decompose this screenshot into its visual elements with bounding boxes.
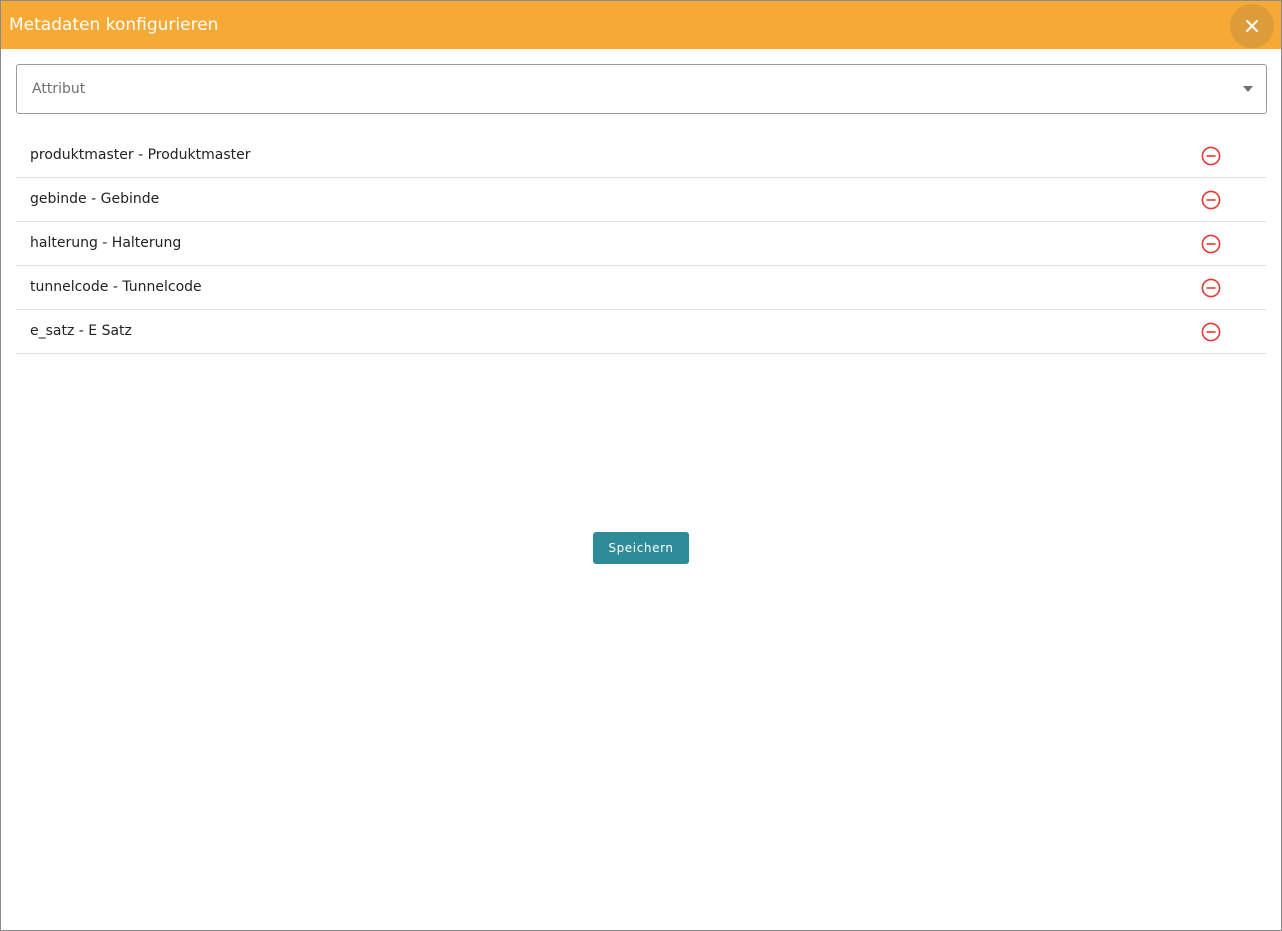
minus-circle-icon [1201, 234, 1221, 254]
list-item-label: tunnelcode - Tunnelcode [30, 279, 202, 295]
minus-circle-icon [1201, 322, 1221, 342]
list-item: e_satz - E Satz [16, 310, 1266, 354]
attribute-select[interactable]: Attribut [16, 64, 1267, 114]
close-button[interactable] [1230, 4, 1274, 48]
list-item-label: produktmaster - Produktmaster [30, 147, 251, 163]
remove-item-button[interactable] [1200, 233, 1222, 255]
remove-item-button[interactable] [1200, 189, 1222, 211]
remove-item-button[interactable] [1200, 321, 1222, 343]
list-item: produktmaster - Produktmaster [16, 134, 1266, 178]
dialog-header: Metadaten konfigurieren [1, 1, 1281, 49]
list-item: gebinde - Gebinde [16, 178, 1266, 222]
list-item-label: e_satz - E Satz [30, 323, 132, 339]
dialog-title: Metadaten konfigurieren [9, 15, 219, 35]
list-item-label: gebinde - Gebinde [30, 191, 160, 207]
minus-circle-icon [1201, 146, 1221, 166]
minus-circle-icon [1201, 278, 1221, 298]
metadata-list: produktmaster - Produktmaster gebinde - … [16, 134, 1266, 354]
list-item: halterung - Halterung [16, 222, 1266, 266]
minus-circle-icon [1201, 190, 1221, 210]
attribute-select-placeholder: Attribut [32, 81, 86, 97]
list-item-label: halterung - Halterung [30, 235, 182, 251]
remove-item-button[interactable] [1200, 145, 1222, 167]
close-icon [1246, 20, 1258, 32]
save-button[interactable]: Speichern [593, 532, 689, 564]
remove-item-button[interactable] [1200, 277, 1222, 299]
metadata-dialog: Metadaten konfigurieren Attribut produkt… [0, 0, 1282, 931]
list-item: tunnelcode - Tunnelcode [16, 266, 1266, 310]
caret-down-icon [1243, 86, 1253, 92]
